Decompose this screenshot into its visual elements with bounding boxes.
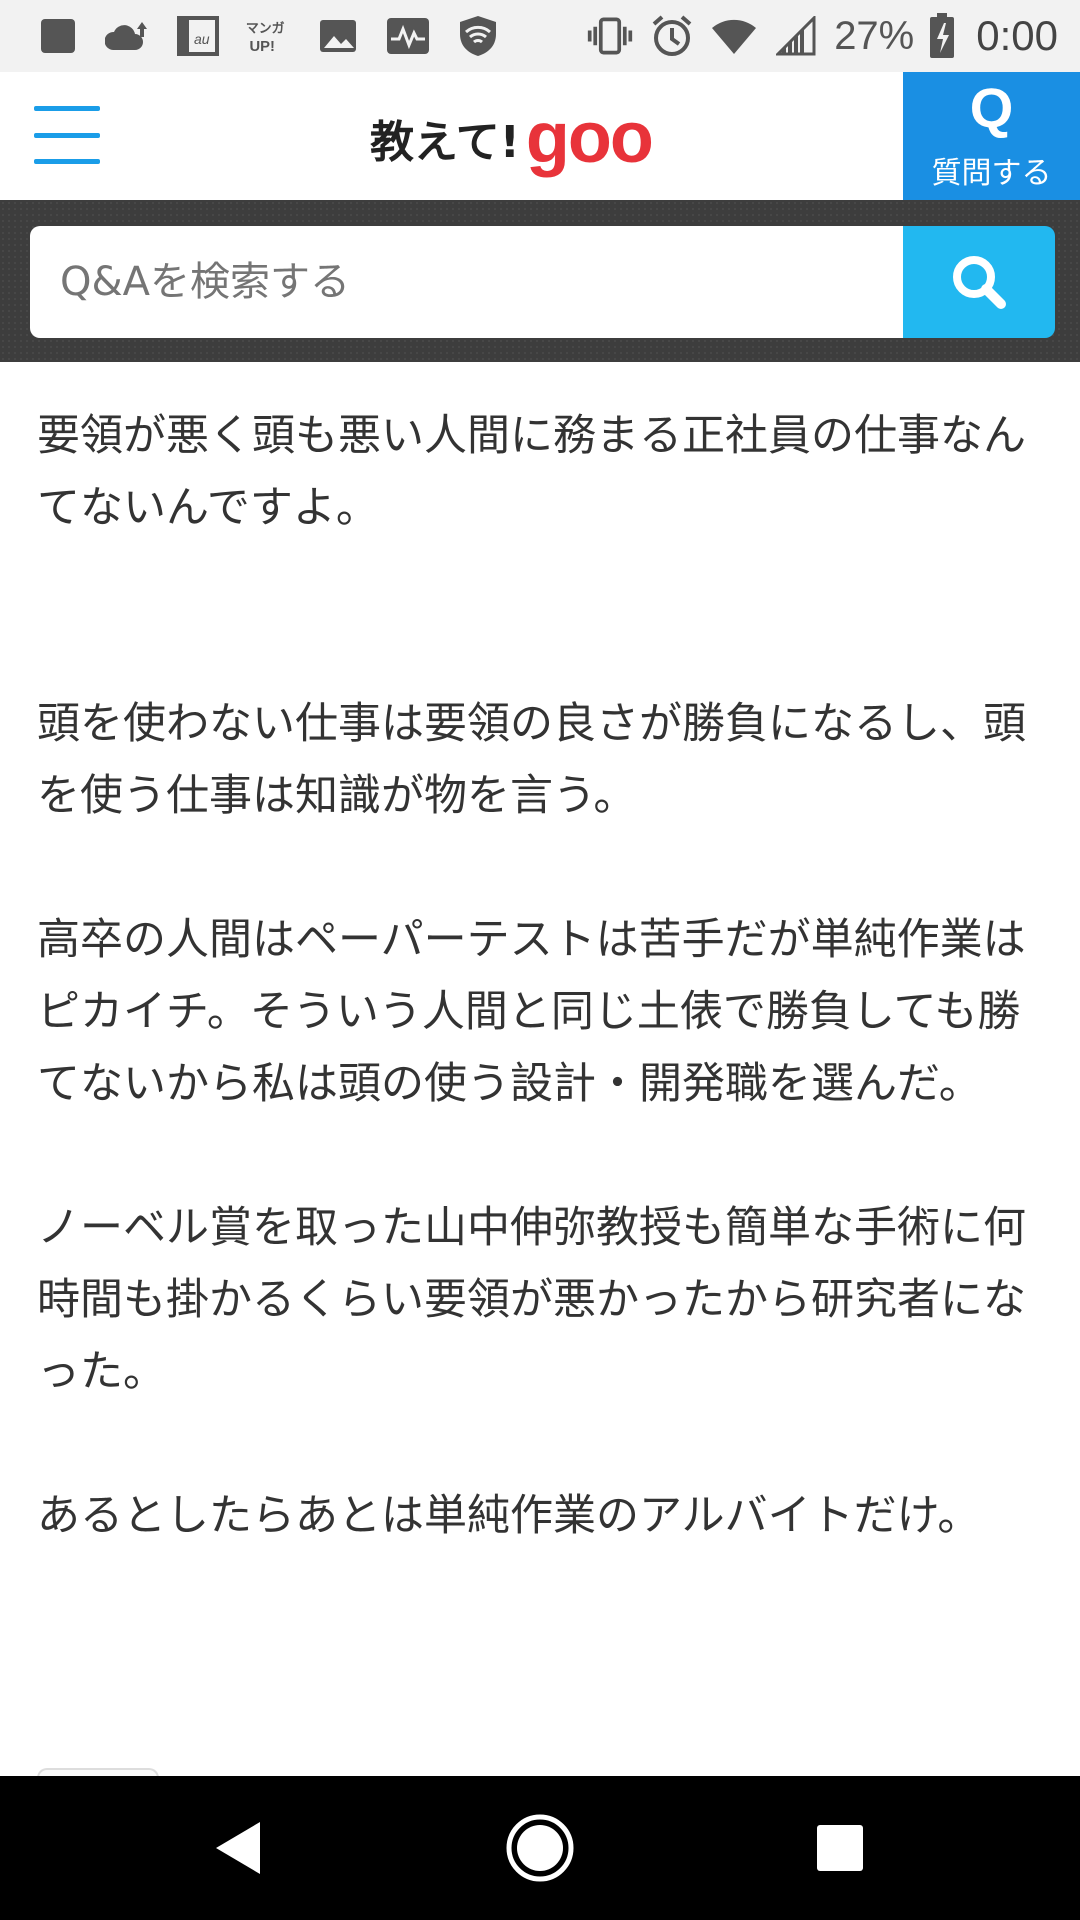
activity-icon (384, 12, 432, 60)
au-label: au (194, 31, 210, 47)
question-q-icon: Q (969, 76, 1014, 139)
cloud-upload-icon (104, 12, 152, 60)
oshiete-goo-logo[interactable]: 教えて! goo (370, 96, 654, 180)
answer-paragraph: ノーベル賞を取った山中伸弥教授も簡単な手術に何時間も掛かるくらい要領が悪かったか… (37, 1203, 1026, 1397)
recents-square-icon[interactable] (770, 1776, 910, 1920)
search-input[interactable] (30, 226, 903, 338)
status-bar: au マンガ UP! 27% 0:00 (0, 0, 1080, 72)
menu-line (34, 106, 100, 111)
battery-charging-icon (928, 12, 956, 60)
site-header: 教えて! goo Q 質問する (0, 72, 1080, 200)
logo-text-jp: 教えて! (370, 117, 520, 168)
hamburger-menu-icon[interactable] (34, 106, 100, 164)
shield-icon (454, 12, 502, 60)
manga-up-icon: マンガ UP! (244, 12, 292, 60)
answer-paragraph: 高卒の人間はペーパーテストは苦手だが単純作業はピカイチ。そういう人間と同じ土俵で… (37, 915, 1026, 1109)
logo-text-goo: goo (525, 98, 654, 178)
image-icon (314, 12, 362, 60)
battery-percent: 27% (834, 13, 915, 58)
wifi-icon (710, 12, 758, 60)
answer-body: 要領が悪く頭も悪い人間に務まる正社員の仕事なんてないんですよ。 頭を使わない仕事… (37, 400, 1047, 1552)
vibrate-icon (586, 12, 634, 60)
answer-paragraph: 要領が悪く頭も悪い人間に務まる正社員の仕事なんてないんですよ。 (37, 411, 1026, 533)
home-circle-icon[interactable] (470, 1776, 610, 1920)
ask-question-label: 質問する (931, 156, 1052, 191)
alarm-icon (648, 12, 696, 60)
ask-question-button[interactable]: Q 質問する (903, 72, 1080, 200)
search-button[interactable] (903, 226, 1055, 338)
search-icon (953, 256, 1006, 309)
svg-text:UP!: UP! (250, 39, 275, 55)
svg-text:マンガ: マンガ (246, 21, 285, 36)
menu-line (34, 132, 100, 138)
back-triangle-icon[interactable] (170, 1776, 310, 1920)
signal-icon (772, 12, 820, 60)
menu-line (34, 159, 100, 164)
status-right-icons: 27% 0:00 (586, 0, 1058, 72)
system-nav-bar (0, 1776, 1080, 1920)
au-app-icon: au (174, 12, 222, 60)
page: au マンガ UP! 27% 0:00 教えて! goo Q 質問する Q&Aを… (0, 0, 1080, 1920)
search-bar (0, 200, 1080, 362)
notification-square-icon (34, 12, 82, 60)
clock: 0:00 (976, 12, 1058, 59)
status-left-icons: au マンガ UP! (0, 12, 502, 60)
answer-paragraph: あるとしたらあとは単純作業のアルバイトだけ。 (37, 1491, 981, 1541)
answer-paragraph: 頭を使わない仕事は要領の良さが勝負になるし、頭を使う仕事は知識が物を言う。 (37, 699, 1026, 821)
